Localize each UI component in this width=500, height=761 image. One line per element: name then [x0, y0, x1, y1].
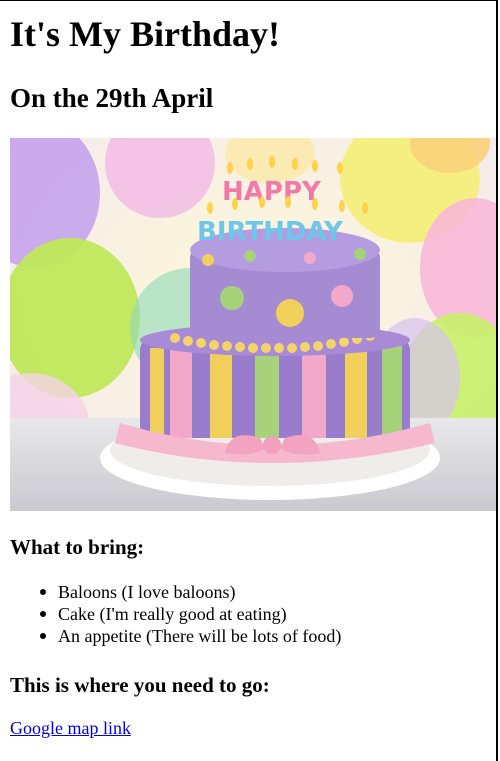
bullet-icon	[40, 611, 46, 617]
birthday-cake-image: HAPPY BIRTHDAY	[10, 138, 496, 511]
list-item: Cake (I'm really good at eating)	[40, 603, 341, 625]
bullet-icon	[40, 633, 46, 639]
list-item-text: Baloons (I love baloons)	[58, 582, 236, 602]
list-item-text: Cake (I'm really good at eating)	[58, 604, 287, 624]
page-frame: It's My Birthday! On the 29th April HAPP…	[0, 0, 498, 761]
location-heading: This is where you need to go:	[10, 673, 270, 697]
list-item: An appetite (There will be lots of food)	[40, 625, 342, 647]
cake-topper-birthday: BIRTHDAY	[197, 217, 344, 247]
bring-list: Baloons (I love baloons) Cake (I'm reall…	[10, 581, 341, 647]
google-map-link[interactable]: Google map link	[10, 717, 131, 739]
bullet-icon	[40, 589, 46, 595]
what-to-bring-heading: What to bring:	[10, 535, 145, 559]
page-title: It's My Birthday!	[10, 14, 280, 54]
list-item-text: An appetite (There will be lots of food)	[58, 626, 342, 646]
date-heading: On the 29th April	[10, 83, 214, 113]
list-item: Baloons (I love baloons)	[40, 581, 341, 603]
